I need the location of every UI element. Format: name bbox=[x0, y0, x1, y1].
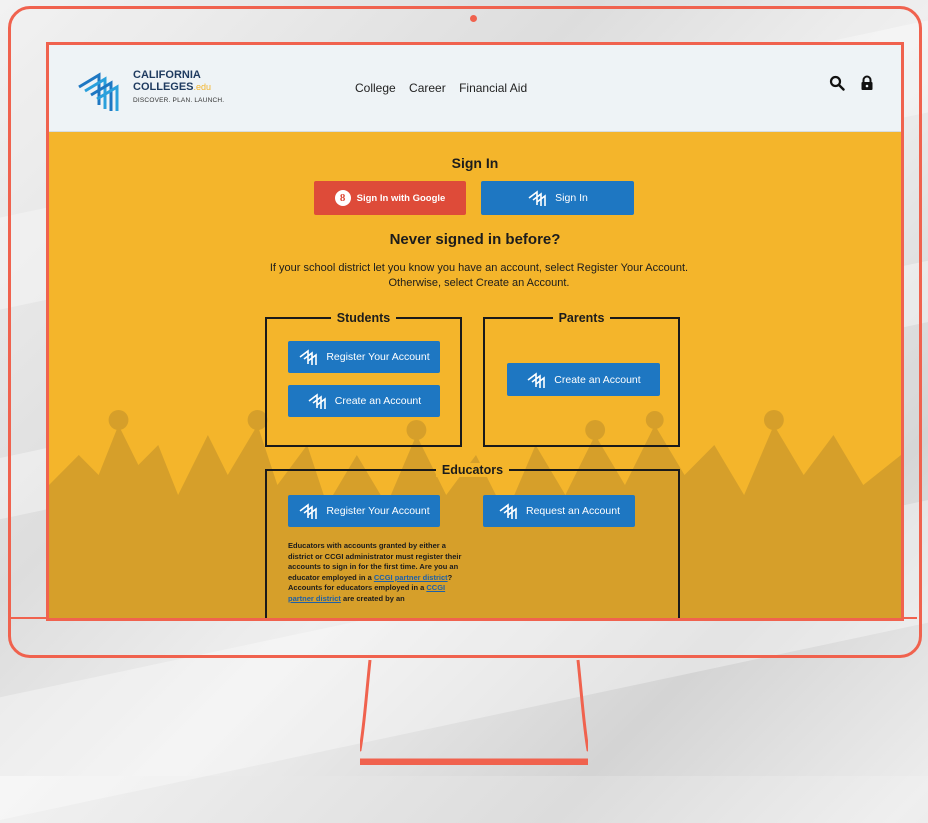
cc-logo-icon bbox=[527, 371, 546, 388]
students-legend-label: Students bbox=[330, 311, 397, 325]
search-icon[interactable] bbox=[829, 75, 845, 91]
students-register-button[interactable]: Register Your Account bbox=[288, 341, 440, 373]
nav-career[interactable]: Career bbox=[409, 81, 446, 95]
educators-legend: Educators bbox=[267, 461, 678, 479]
signin-button[interactable]: Sign In bbox=[481, 181, 634, 215]
ccgi-partner-link[interactable]: CCGI partner district bbox=[374, 573, 448, 582]
cc-logo-icon bbox=[299, 349, 318, 365]
cc-logo-icon bbox=[299, 503, 318, 519]
educators-register-button[interactable]: Register Your Account bbox=[288, 495, 440, 527]
lock-icon[interactable] bbox=[859, 75, 875, 91]
parents-create-button[interactable]: Create an Account bbox=[507, 363, 660, 396]
parents-legend: Parents bbox=[485, 309, 678, 327]
nav-college[interactable]: College bbox=[355, 81, 396, 95]
browser-screen: CALIFORNIA COLLEGES.edu DISCOVER. PLAN. … bbox=[46, 42, 904, 621]
nav-icons bbox=[829, 75, 875, 91]
intro-text: If your school district let you know you… bbox=[269, 262, 689, 289]
main-nav: College Career Financial Aid bbox=[355, 81, 537, 95]
parents-section: Parents Create an Account bbox=[483, 311, 680, 447]
educators-request-button[interactable]: Request an Account bbox=[483, 495, 635, 527]
nav-financial-aid[interactable]: Financial Aid bbox=[459, 81, 527, 95]
parents-legend-label: Parents bbox=[552, 311, 611, 325]
logo-wordmark[interactable]: CALIFORNIA COLLEGES.edu DISCOVER. PLAN. … bbox=[133, 69, 224, 107]
students-create-label: Create an Account bbox=[334, 395, 422, 407]
google-icon: 8 bbox=[334, 190, 351, 206]
educators-register-label: Register Your Account bbox=[326, 505, 430, 517]
california-colleges-logo-icon[interactable] bbox=[75, 67, 123, 115]
students-legend: Students bbox=[267, 309, 460, 327]
never-signed-in-title: Never signed in before? bbox=[389, 231, 561, 248]
educators-legend-label: Educators bbox=[435, 463, 510, 477]
signin-label: Sign In bbox=[555, 192, 588, 204]
educators-section: Educators Register Your Account Request … bbox=[265, 463, 680, 618]
logo-line2: COLLEGES bbox=[133, 81, 194, 93]
educators-info-text: Educators with accounts granted by eithe… bbox=[288, 541, 468, 604]
camera-dot bbox=[470, 15, 477, 22]
students-create-button[interactable]: Create an Account bbox=[288, 385, 440, 417]
google-signin-button[interactable]: 8 Sign In with Google bbox=[314, 181, 466, 215]
students-register-label: Register Your Account bbox=[326, 351, 430, 363]
monitor-stand bbox=[313, 658, 635, 768]
logo-tagline: DISCOVER. PLAN. LAUNCH. bbox=[133, 97, 225, 104]
educators-text-3: are created by an bbox=[340, 593, 405, 603]
google-signin-label: Sign In with Google bbox=[356, 192, 446, 204]
educators-request-label: Request an Account bbox=[526, 505, 620, 517]
logo-edu: .edu bbox=[193, 82, 212, 92]
students-section: Students Register Your Account Create an… bbox=[265, 311, 462, 447]
logo-line1: CALIFORNIA bbox=[133, 69, 201, 81]
parents-create-label: Create an Account bbox=[554, 373, 641, 386]
signin-title: Sign In bbox=[451, 155, 499, 171]
cc-logo-icon bbox=[308, 393, 326, 409]
cc-logo-icon bbox=[528, 190, 546, 206]
top-navigation: CALIFORNIA COLLEGES.edu DISCOVER. PLAN. … bbox=[49, 45, 901, 132]
cc-logo-icon bbox=[499, 503, 517, 519]
